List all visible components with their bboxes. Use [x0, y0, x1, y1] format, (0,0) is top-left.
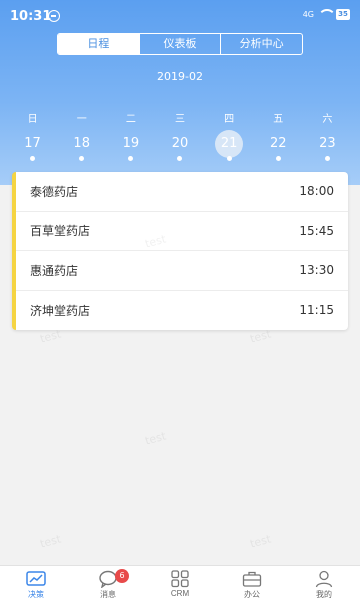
weekday-label: 二	[125, 114, 136, 125]
event-dot	[128, 156, 134, 161]
schedule-item-name: 百草堂药店	[30, 224, 91, 239]
schedule-item-time: 15:45	[299, 223, 334, 238]
event-dot	[226, 156, 232, 161]
watermark: test	[38, 532, 63, 551]
event-dot	[275, 156, 281, 161]
day-number: 23	[319, 136, 336, 151]
calendar-day[interactable]: 22	[254, 130, 303, 161]
tab-profile[interactable]: 我的	[288, 566, 360, 600]
event-dot	[177, 156, 183, 161]
schedule-item-time: 11:15	[299, 303, 334, 318]
status-bar: 10:31 4G 35	[0, 0, 360, 32]
day-number: 18	[73, 136, 90, 151]
tab-office[interactable]: 办公	[216, 566, 288, 600]
tab-decision[interactable]: 决策	[0, 566, 72, 600]
weekday-label: 三	[174, 114, 185, 125]
event-dot	[79, 156, 85, 161]
calendar-day[interactable]: 19	[106, 130, 155, 161]
tab-label: CRM	[170, 589, 190, 598]
calendar-day[interactable]: 20	[155, 130, 204, 161]
weekday-label: 日	[27, 114, 38, 125]
tab-messages[interactable]: 消息	[72, 566, 144, 600]
wifi-icon	[318, 9, 336, 20]
schedule-item-time: 18:00	[299, 184, 334, 199]
tab-label: 我的	[316, 590, 332, 599]
watermark: test	[38, 327, 63, 346]
weekday-label: 五	[273, 114, 284, 125]
weekday-label: 一	[76, 114, 87, 125]
schedule-item-name: 济坤堂药店	[30, 303, 91, 318]
day-row: 17 18 19 20 21 22 23	[8, 130, 352, 161]
grid-icon	[171, 570, 189, 588]
calendar-month[interactable]: 2019-02	[0, 70, 360, 83]
watermark: test	[248, 327, 273, 346]
view-switcher: 日程 仪表板 分析中心	[57, 33, 303, 55]
notification-icon	[48, 10, 60, 22]
battery-icon: 35	[336, 9, 350, 20]
schedule-item[interactable]: 惠通药店 13:30	[16, 251, 348, 291]
weekday-row: 日 一 二 三 四 五 六	[8, 110, 352, 125]
chart-icon	[26, 571, 46, 586]
tab-label: 决策	[28, 590, 44, 599]
briefcase-icon	[242, 571, 262, 587]
user-icon	[315, 570, 333, 588]
watermark: test	[143, 429, 168, 448]
tab-label: 办公	[244, 590, 260, 599]
tab-label: 消息	[100, 590, 116, 599]
schedule-item[interactable]: 泰德药店 18:00	[16, 172, 348, 212]
tab-dashboard[interactable]: 仪表板	[140, 34, 222, 54]
schedule-item-time: 13:30	[299, 263, 334, 278]
event-dot	[324, 156, 330, 161]
message-badge: 6	[115, 569, 129, 583]
schedule-item-name: 惠通药店	[30, 263, 79, 278]
schedule-item-name: 泰德药店	[30, 184, 79, 199]
calendar-day-selected[interactable]: 21	[205, 130, 254, 161]
signal-icon: 4G	[302, 9, 314, 19]
schedule-item[interactable]: 百草堂药店 15:45	[16, 212, 348, 251]
event-dot	[30, 156, 36, 161]
tab-analysis-center[interactable]: 分析中心	[221, 34, 302, 54]
weekday-label: 四	[224, 114, 235, 125]
calendar-day[interactable]: 23	[303, 130, 352, 161]
tab-crm[interactable]: CRM	[144, 566, 216, 600]
day-number: 20	[171, 136, 189, 151]
day-number: 17	[24, 136, 41, 151]
weekday-label: 六	[322, 114, 333, 125]
calendar-day[interactable]: 18	[57, 130, 106, 161]
calendar-day[interactable]: 17	[8, 130, 57, 161]
day-number: 22	[269, 136, 287, 151]
schedule-list: 泰德药店 18:00 百草堂药店 15:45 惠通药店 13:30 济坤堂药店 …	[12, 172, 348, 330]
status-time: 10:31	[10, 9, 52, 24]
watermark: test	[248, 532, 273, 551]
tab-schedule[interactable]: 日程	[58, 34, 140, 54]
schedule-item[interactable]: 济坤堂药店 11:15	[16, 291, 348, 331]
bottom-tab-bar: 决策 消息 CRM 办公 我的	[0, 565, 360, 600]
day-number: 19	[122, 136, 140, 151]
day-number: 21	[215, 130, 244, 158]
